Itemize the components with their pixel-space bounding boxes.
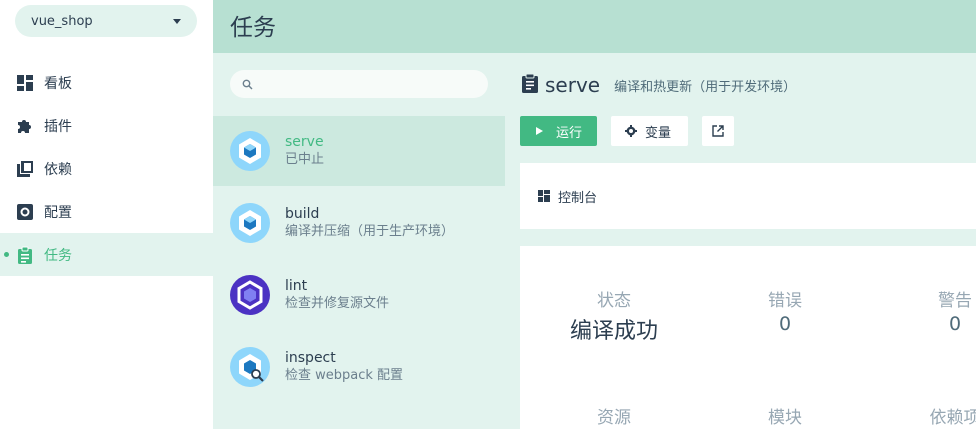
task-name: inspect [285,350,336,366]
stat-label: 错误 [768,291,802,311]
stat-status: 状态 编译成功 [520,286,708,345]
project-name: vue_shop [31,13,93,29]
task-desc: 检查 webpack 配置 [285,368,404,383]
clipboard-icon [521,73,539,97]
task-desc: 检查并修复源文件 [285,296,390,311]
sidebar-item-label: 插件 [44,118,72,135]
task-name: build [285,206,320,222]
settings-box-icon [15,202,35,222]
library-icon [15,159,35,179]
console-label: 控制台 [558,190,598,206]
task-desc: 编译并压缩（用于生产环境） [285,224,455,239]
variables-button-label: 变量 [645,125,672,141]
open-external-button[interactable] [702,116,734,146]
stat-modules: 模块 [710,403,860,428]
task-list-panel: serve 已中止 build 编译并压缩（用于生产环境） lint 检查并修复… [213,53,505,429]
task-toolbar: 运行 变量 [520,116,734,146]
gear-icon [625,125,637,137]
stat-value: 0 [948,313,962,335]
clipboard-icon [15,245,35,265]
stat-label: 状态 [597,291,631,311]
run-button[interactable]: 运行 [520,116,597,146]
stat-value: 编译成功 [569,319,658,344]
stat-assets: 资源 [520,403,708,428]
task-item-build[interactable]: build 编译并压缩（用于生产环境） [213,188,505,258]
stats-card: 状态 编译成功 错误 0 警告 0 资源 模块 依赖项 [520,246,976,429]
task-header: serve 编译和热更新（用于开发环境） [521,73,796,97]
sidebar-item-label: 任务 [44,247,72,264]
sidebar-item-config[interactable]: 配置 [0,190,213,233]
sidebar-item-plugins[interactable]: 插件 [0,104,213,147]
sidebar-item-label: 配置 [44,204,72,221]
run-button-label: 运行 [556,125,583,141]
stat-value: 0 [778,313,792,335]
webpack-icon [230,203,270,243]
task-name: lint [285,278,308,294]
stat-label: 模块 [768,408,802,428]
header-bar: 任务 [213,0,976,53]
console-tab[interactable]: 控制台 [520,163,976,229]
sidebar-nav: 看板 插件 依赖 配置 任务 [0,61,213,276]
stat-warnings: 警告 0 [880,286,976,335]
search-input[interactable] [261,77,481,91]
search-icon [242,75,253,94]
task-item-inspect[interactable]: inspect 检查 webpack 配置 [213,332,505,402]
task-title: serve [545,73,601,97]
sidebar-item-label: 看板 [44,75,72,92]
task-item-serve[interactable]: serve 已中止 [213,116,505,186]
stat-errors: 错误 0 [710,286,860,335]
stat-label: 资源 [597,408,631,428]
webpack-icon [230,131,270,171]
open-in-new-icon [712,125,724,137]
variables-button[interactable]: 变量 [611,116,688,146]
play-icon [536,127,543,135]
task-name: serve [285,134,324,150]
task-item-lint[interactable]: lint 检查并修复源文件 [213,260,505,330]
search-box[interactable] [230,70,488,98]
stat-dependencies: 依赖项 [880,403,976,428]
stat-label: 警告 [938,291,972,311]
task-desc: 已中止 [285,152,325,167]
sidebar-item-dependencies[interactable]: 依赖 [0,147,213,190]
stat-label: 依赖项 [929,408,976,428]
task-detail-panel: serve 编译和热更新（用于开发环境） 运行 变量 控制台 状态 编译成功 错… [505,53,976,429]
sidebar: vue_shop 看板 插件 依赖 配置 任务 [0,0,213,429]
project-select[interactable]: vue_shop [15,5,197,37]
sidebar-item-label: 依赖 [44,161,72,178]
dashboard-icon [15,73,35,93]
webpack-inspect-icon [230,347,270,387]
sidebar-item-tasks[interactable]: 任务 [0,233,213,276]
task-subtitle: 编译和热更新（用于开发环境） [614,79,797,95]
dashboard-icon [538,190,550,202]
puzzle-icon [15,116,35,136]
caret-down-icon [173,18,181,24]
page-title: 任务 [230,15,276,41]
eslint-icon [230,275,270,315]
sidebar-item-dashboard[interactable]: 看板 [0,61,213,104]
